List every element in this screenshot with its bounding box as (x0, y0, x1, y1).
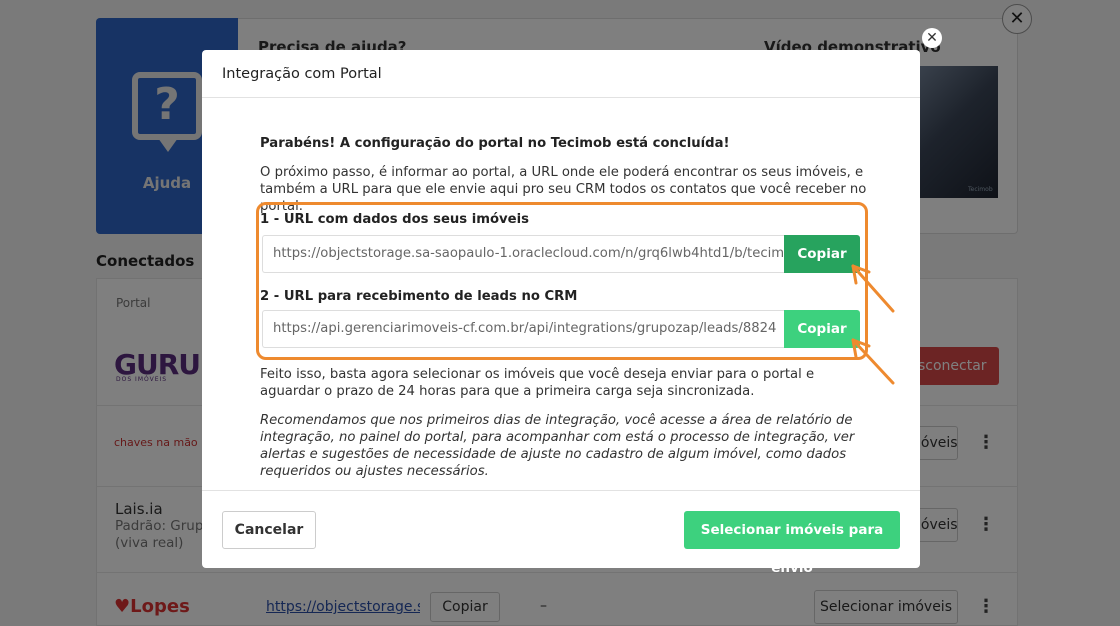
leads-url-field[interactable]: https://api.gerenciarimoveis-cf.com.br/a… (262, 310, 784, 348)
next-steps-text: Feito isso, basta agora selecionar os im… (260, 367, 815, 399)
copy-leads-url-button[interactable]: Copiar (784, 310, 860, 348)
congrats-message: Parabéns! A configuração do portal no Te… (260, 136, 730, 151)
properties-url-field[interactable]: https://objectstorage.sa-saopaulo-1.orac… (262, 235, 784, 273)
section2-label: 2 - URL para recebimento de leads no CRM (260, 289, 578, 304)
integration-modal: Integração com Portal Parabéns! A config… (202, 50, 920, 576)
modal-header: Integração com Portal (202, 50, 920, 98)
recommendation-text: Recomendamos que nos primeiros dias de i… (260, 413, 855, 479)
modal-close-icon[interactable]: ✕ (922, 28, 942, 48)
select-properties-submit-button[interactable]: Selecionar imóveis para envio (684, 511, 900, 576)
modal-title: Integração com Portal (222, 66, 382, 82)
cancel-button[interactable]: Cancelar (222, 511, 316, 549)
section1-label: 1 - URL com dados dos seus imóveis (260, 212, 529, 227)
modal-footer-divider (202, 490, 920, 491)
copy-properties-url-button[interactable]: Copiar (784, 235, 860, 273)
